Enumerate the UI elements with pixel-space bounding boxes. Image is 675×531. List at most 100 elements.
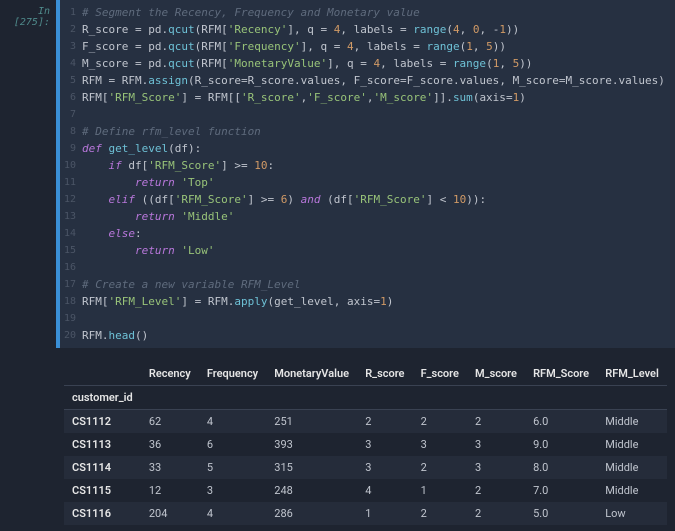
column-header: M_score <box>467 362 525 386</box>
cell: 2 <box>413 502 467 525</box>
column-header: RFM_Score <box>525 362 597 386</box>
cell: 4 <box>199 410 266 434</box>
code-line[interactable]: 1# Segment the Recency, Frequency and Mo… <box>60 4 675 21</box>
cell: 315 <box>266 456 357 479</box>
code-source[interactable]: def get_level(df): <box>82 140 675 157</box>
code-source[interactable]: # Segment the Recency, Frequency and Mon… <box>82 4 675 21</box>
cell: Middle <box>597 433 667 456</box>
code-source[interactable]: if df['RFM_Score'] >= 10: <box>82 157 675 174</box>
cell: 8.0 <box>525 456 597 479</box>
code-line[interactable]: 16 <box>60 259 675 276</box>
line-number: 3 <box>60 38 82 55</box>
line-number: 15 <box>60 242 82 259</box>
cell: 204 <box>141 502 199 525</box>
code-line[interactable]: 19 <box>60 310 675 327</box>
code-source[interactable]: M_score = pd.qcut(RFM['MonetaryValue'], … <box>82 55 675 72</box>
column-header: Recency <box>141 362 199 386</box>
code-line[interactable]: 8# Define rfm_level function <box>60 123 675 140</box>
row-index: CS1112 <box>64 410 141 434</box>
line-number: 14 <box>60 225 82 242</box>
code-line[interactable]: 11 return 'Top' <box>60 174 675 191</box>
cell: 6.0 <box>525 410 597 434</box>
cell: 33 <box>141 456 199 479</box>
code-source[interactable]: return 'Middle' <box>82 208 675 225</box>
cell: 12 <box>141 479 199 502</box>
code-source[interactable]: RFM['RFM_Level'] = RFM.apply(get_level, … <box>82 293 675 310</box>
code-source[interactable] <box>82 259 675 276</box>
column-header: F_score <box>413 362 467 386</box>
cell: 6 <box>199 433 266 456</box>
code-line[interactable]: 18RFM['RFM_Level'] = RFM.apply(get_level… <box>60 293 675 310</box>
code-line[interactable]: 12 elif ((df['RFM_Score'] >= 6) and (df[… <box>60 191 675 208</box>
code-line[interactable]: 14 else: <box>60 225 675 242</box>
cell: 4 <box>357 479 412 502</box>
cell: 4 <box>199 502 266 525</box>
line-number: 19 <box>60 310 82 327</box>
column-header: RFM_Level <box>597 362 667 386</box>
table-header-row: RecencyFrequencyMonetaryValueR_scoreF_sc… <box>64 362 667 386</box>
line-number: 7 <box>60 106 82 123</box>
table-row: CS11126242512226.0Middle <box>64 410 667 434</box>
output-area: RecencyFrequencyMonetaryValueR_scoreF_sc… <box>56 358 675 531</box>
cell: 1 <box>357 502 412 525</box>
cell: 2 <box>413 456 467 479</box>
cell: 9.0 <box>525 433 597 456</box>
row-index: CS1114 <box>64 456 141 479</box>
row-index: CS1116 <box>64 502 141 525</box>
code-source[interactable]: elif ((df['RFM_Score'] >= 6) and (df['RF… <box>82 191 675 208</box>
code-source[interactable]: return 'Low' <box>82 242 675 259</box>
code-line[interactable]: 5RFM = RFM.assign(R_score=R_score.values… <box>60 72 675 89</box>
code-source[interactable]: RFM = RFM.assign(R_score=R_score.values,… <box>82 72 675 89</box>
code-source[interactable] <box>82 106 675 123</box>
code-line[interactable]: 6RFM['RFM_Score'] = RFM[['R_score','F_sc… <box>60 89 675 106</box>
cell: Middle <box>597 479 667 502</box>
row-index: CS1113 <box>64 433 141 456</box>
cell: Middle <box>597 456 667 479</box>
line-number: 6 <box>60 89 82 106</box>
code-source[interactable] <box>82 310 675 327</box>
line-number: 9 <box>60 140 82 157</box>
cell: 7.0 <box>525 479 597 502</box>
code-line[interactable]: 2R_score = pd.qcut(RFM['Recency'], q = 4… <box>60 21 675 38</box>
cell: Middle <box>597 410 667 434</box>
row-index: CS1115 <box>64 479 141 502</box>
code-source[interactable]: # Create a new variable RFM_Level <box>82 276 675 293</box>
line-number: 4 <box>60 55 82 72</box>
code-line[interactable]: 15 return 'Low' <box>60 242 675 259</box>
code-source[interactable]: F_score = pd.qcut(RFM['Frequency'], q = … <box>82 38 675 55</box>
line-number: 13 <box>60 208 82 225</box>
cell: 2 <box>413 410 467 434</box>
cell: 3 <box>357 456 412 479</box>
cell: 248 <box>266 479 357 502</box>
code-line[interactable]: 4M_score = pd.qcut(RFM['MonetaryValue'],… <box>60 55 675 72</box>
cell: 393 <box>266 433 357 456</box>
line-number: 1 <box>60 4 82 21</box>
code-line[interactable]: 7 <box>60 106 675 123</box>
input-prompt: In [275]: <box>0 0 56 348</box>
cell: 2 <box>467 479 525 502</box>
code-source[interactable]: # Define rfm_level function <box>82 123 675 140</box>
table-row: CS11133663933339.0Middle <box>64 433 667 456</box>
code-line[interactable]: 10 if df['RFM_Score'] >= 10: <box>60 157 675 174</box>
cell: Low <box>597 502 667 525</box>
code-source[interactable]: RFM['RFM_Score'] = RFM[['R_score','F_sco… <box>82 89 675 106</box>
dataframe-table: RecencyFrequencyMonetaryValueR_scoreF_sc… <box>64 362 667 525</box>
line-number: 11 <box>60 174 82 191</box>
cell: 3 <box>467 433 525 456</box>
code-source[interactable]: R_score = pd.qcut(RFM['Recency'], q = 4,… <box>82 21 675 38</box>
code-source[interactable]: RFM.head() <box>82 327 675 344</box>
line-number: 18 <box>60 293 82 310</box>
code-line[interactable]: 17# Create a new variable RFM_Level <box>60 276 675 293</box>
line-number: 20 <box>60 327 82 344</box>
code-source[interactable]: else: <box>82 225 675 242</box>
cell: 2 <box>467 502 525 525</box>
cell: 3 <box>357 433 412 456</box>
code-line[interactable]: 13 return 'Middle' <box>60 208 675 225</box>
code-line[interactable]: 20RFM.head() <box>60 327 675 344</box>
code-source[interactable]: return 'Top' <box>82 174 675 191</box>
line-number: 17 <box>60 276 82 293</box>
code-editor[interactable]: 1# Segment the Recency, Frequency and Mo… <box>56 0 675 348</box>
code-line[interactable]: 3F_score = pd.qcut(RFM['Frequency'], q =… <box>60 38 675 55</box>
code-line[interactable]: 9def get_level(df): <box>60 140 675 157</box>
cell: 3 <box>199 479 266 502</box>
